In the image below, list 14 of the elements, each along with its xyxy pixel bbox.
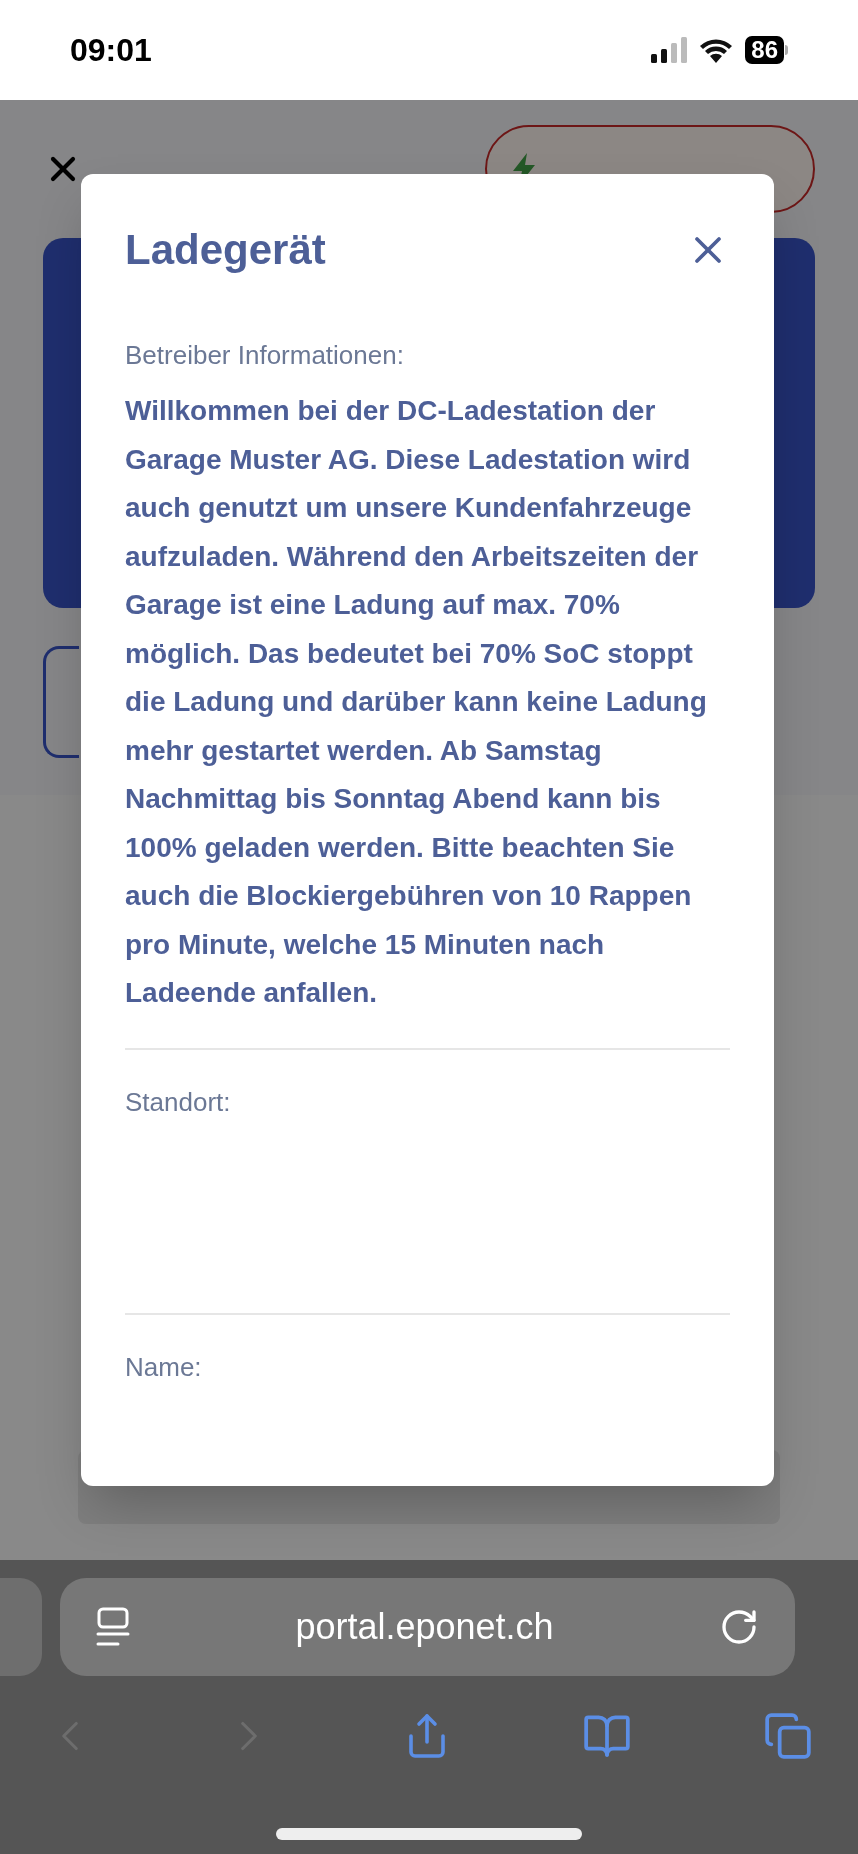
section-label: Name:: [125, 1350, 203, 1384]
tabs-icon[interactable]: [763, 1711, 813, 1761]
wifi-icon: [699, 37, 734, 63]
section-label: Standort:: [125, 1085, 232, 1119]
battery-indicator: 86: [745, 36, 788, 64]
signal-icon: [651, 37, 688, 63]
operator-info-text: Willkommen bei der DC-Ladestation der Garage Muster AG. Diese Ladestation wird auch genutzt um unsere Kundenfahrzeuge aufzuladen. Während den Arbeitszeiten der Garage ist eine Ladung auf max. 70% möglich. Das bedeutet bei 70% SoC stoppt die Ladung und darüber kann keine Ladung mehr gestartet werden. Ab Samstag Nachmittag bis Sonntag Abend kann bis 100% geladen werden. Bitte beachten Sie auch die Blockiergebühren von 10 Rappen pro Minute, welche 15 Minuten nach Ladeende anfallen.: [125, 394, 708, 1010]
status-time: 09:01: [70, 31, 152, 70]
dialog-title: Ladegerät: [125, 225, 326, 275]
reader-icon[interactable]: [96, 1607, 130, 1647]
url-text: portal.eponet.ch: [295, 1605, 554, 1649]
address-bar[interactable]: portal.eponet.ch: [60, 1578, 795, 1676]
reload-icon[interactable]: [719, 1607, 759, 1647]
section-label: Betreiber Informationen:: [125, 339, 405, 372]
